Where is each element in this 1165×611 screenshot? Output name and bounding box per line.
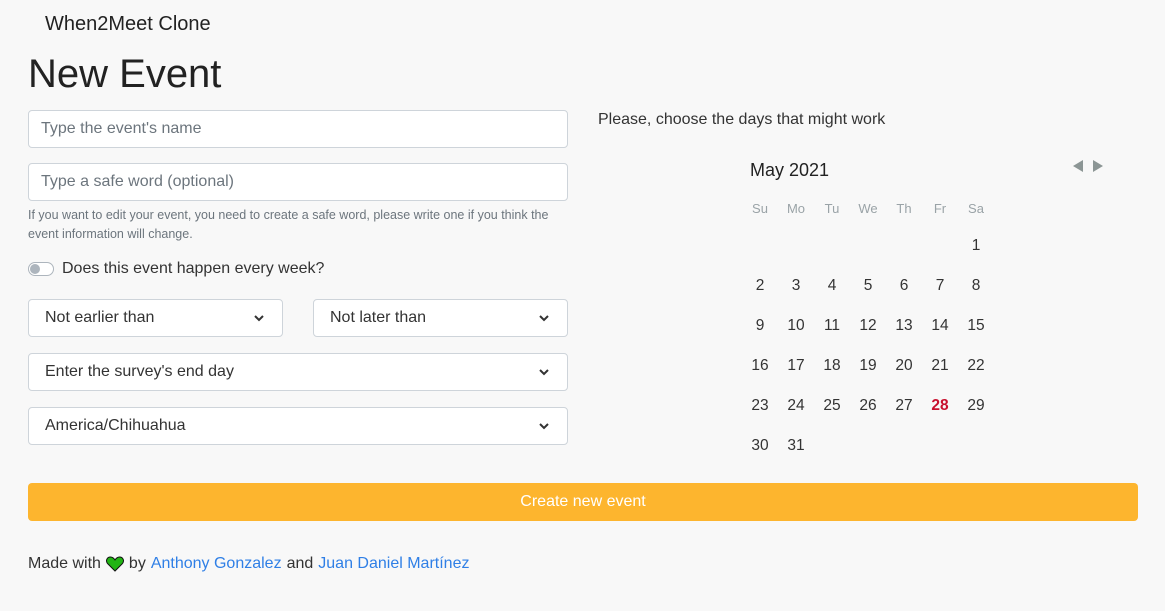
not-later-than-select[interactable]: Not later than bbox=[313, 299, 568, 337]
calendar-day[interactable]: 8 bbox=[958, 266, 994, 306]
calendar-day[interactable]: 29 bbox=[958, 386, 994, 426]
chevron-down-icon bbox=[539, 369, 549, 376]
calendar-month-label: May 2021 bbox=[750, 160, 830, 180]
calendar-day[interactable]: 12 bbox=[850, 306, 886, 346]
footer-and: and bbox=[286, 555, 314, 572]
empty-day-cell bbox=[742, 226, 778, 266]
empty-day-cell bbox=[814, 226, 850, 266]
calendar-day[interactable]: 18 bbox=[814, 346, 850, 386]
calendar-prompt: Please, choose the days that might work bbox=[598, 111, 886, 128]
empty-day-cell bbox=[850, 226, 886, 266]
weekday-header: Su bbox=[752, 201, 768, 216]
calendar-nav bbox=[1073, 160, 1103, 172]
calendar-grid: Su Mo Tu We Th Fr Sa 1 2 3 4 5 6 7 8 9 10 11 12 13 14 15 16 17 1… bbox=[742, 196, 994, 466]
calendar-day[interactable]: 19 bbox=[850, 346, 886, 386]
empty-day-cell bbox=[922, 226, 958, 266]
weekly-toggle-row[interactable]: Does this event happen every week? bbox=[28, 260, 324, 278]
calendar-day[interactable]: 9 bbox=[742, 306, 778, 346]
calendar-day[interactable]: 16 bbox=[742, 346, 778, 386]
timezone-value: America/Chihuahua bbox=[45, 417, 186, 434]
prev-month-icon[interactable] bbox=[1073, 160, 1083, 172]
survey-end-day-value: Enter the survey's end day bbox=[45, 363, 234, 380]
calendar-day[interactable]: 27 bbox=[886, 386, 922, 426]
author-link-anthony[interactable]: Anthony Gonzalez bbox=[151, 555, 282, 573]
weekly-toggle-switch[interactable] bbox=[28, 262, 54, 276]
safe-word-help-text: If you want to edit your event, you need… bbox=[28, 208, 549, 241]
calendar-day[interactable]: 22 bbox=[958, 346, 994, 386]
chevron-down-icon bbox=[539, 315, 549, 322]
weekday-header: We bbox=[858, 201, 878, 216]
not-earlier-than-value: Not earlier than bbox=[45, 309, 155, 326]
calendar-day[interactable]: 13 bbox=[886, 306, 922, 346]
calendar-day[interactable]: 10 bbox=[778, 306, 814, 346]
app-brand[interactable]: When2Meet Clone bbox=[45, 13, 211, 36]
event-name-input[interactable] bbox=[28, 110, 568, 148]
calendar-day[interactable]: 20 bbox=[886, 346, 922, 386]
weekday-header: Th bbox=[896, 201, 912, 216]
weekday-header: Sa bbox=[968, 201, 984, 216]
calendar-day[interactable]: 7 bbox=[922, 266, 958, 306]
chevron-down-icon bbox=[539, 423, 549, 430]
footer-made-with: Made with bbox=[28, 555, 101, 572]
calendar-day[interactable]: 24 bbox=[778, 386, 814, 426]
calendar-day[interactable]: 2 bbox=[742, 266, 778, 306]
weekday-header: Fr bbox=[933, 201, 947, 216]
calendar-day[interactable]: 26 bbox=[850, 386, 886, 426]
calendar-day[interactable]: 3 bbox=[778, 266, 814, 306]
calendar-day[interactable]: 21 bbox=[922, 346, 958, 386]
empty-day-cell bbox=[886, 226, 922, 266]
calendar-day-today[interactable]: 28 bbox=[922, 386, 958, 426]
weekly-toggle-label: Does this event happen every week? bbox=[62, 260, 325, 277]
page-title: New Event bbox=[28, 52, 222, 96]
chevron-down-icon bbox=[254, 315, 264, 322]
weekday-header: Tu bbox=[824, 201, 840, 216]
calendar-day[interactable]: 17 bbox=[778, 346, 814, 386]
survey-end-day-select[interactable]: Enter the survey's end day bbox=[28, 353, 568, 391]
calendar-day[interactable]: 25 bbox=[814, 386, 850, 426]
calendar-day[interactable]: 4 bbox=[814, 266, 850, 306]
calendar-day[interactable]: 1 bbox=[958, 226, 994, 266]
create-event-button[interactable]: Create new event bbox=[28, 483, 1138, 521]
calendar-day[interactable]: 14 bbox=[922, 306, 958, 346]
safe-word-input[interactable] bbox=[28, 163, 568, 201]
heart-icon bbox=[105, 556, 124, 572]
weekday-header: Mo bbox=[786, 201, 806, 216]
calendar-day[interactable]: 15 bbox=[958, 306, 994, 346]
calendar-day[interactable]: 30 bbox=[742, 426, 778, 466]
footer-by: by bbox=[128, 555, 146, 572]
author-link-juan[interactable]: Juan Daniel Martínez bbox=[318, 555, 469, 573]
calendar-day[interactable]: 5 bbox=[850, 266, 886, 306]
calendar-day[interactable]: 11 bbox=[814, 306, 850, 346]
timezone-select[interactable]: America/Chihuahua bbox=[28, 407, 568, 445]
not-earlier-than-select[interactable]: Not earlier than bbox=[28, 299, 283, 337]
calendar-day[interactable]: 23 bbox=[742, 386, 778, 426]
footer: Made with by Anthony Gonzalez and Juan D… bbox=[28, 555, 469, 573]
not-later-than-value: Not later than bbox=[330, 309, 427, 326]
toggle-knob bbox=[30, 264, 40, 274]
empty-day-cell bbox=[778, 226, 814, 266]
calendar-day[interactable]: 31 bbox=[778, 426, 814, 466]
calendar-day[interactable]: 6 bbox=[886, 266, 922, 306]
next-month-icon[interactable] bbox=[1093, 160, 1103, 172]
